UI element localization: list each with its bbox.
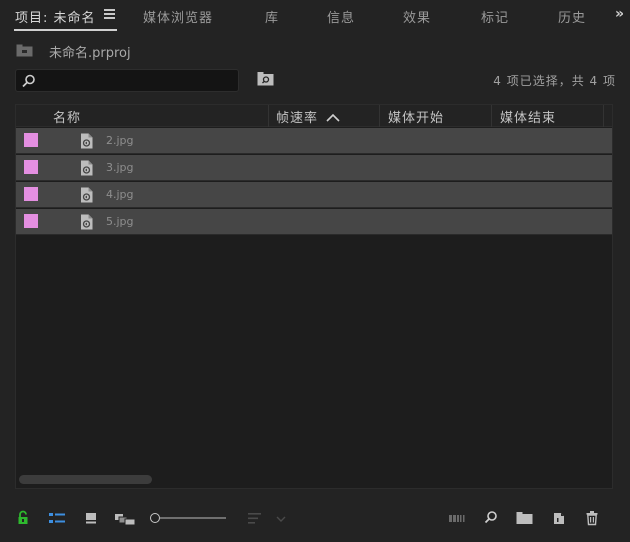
- list-view-icon[interactable]: [48, 510, 66, 526]
- project-file-name: 未命名.prproj: [49, 46, 131, 61]
- new-item-icon[interactable]: [552, 510, 566, 526]
- image-file-icon: [81, 187, 93, 203]
- label-color-swatch[interactable]: [24, 187, 38, 201]
- tab-media-browser[interactable]: 媒体浏览器: [143, 7, 213, 26]
- search-icon: [22, 74, 35, 88]
- list-item[interactable]: 3.jpg: [16, 155, 612, 181]
- column-media-start[interactable]: 媒体开始: [388, 107, 444, 126]
- trash-icon[interactable]: [585, 510, 599, 526]
- tab-history[interactable]: 历史: [558, 7, 586, 26]
- tab-markers[interactable]: 标记: [481, 7, 509, 26]
- icon-view-icon[interactable]: [84, 510, 98, 526]
- column-media-end[interactable]: 媒体结束: [500, 107, 556, 126]
- list-item[interactable]: 5.jpg: [16, 209, 612, 235]
- column-frame-rate[interactable]: 帧速率: [276, 107, 318, 126]
- label-color-swatch[interactable]: [24, 160, 38, 174]
- panel-tab-bar: 项目: 未命名 媒体浏览器 库 信息 效果 标记 历史 »: [0, 0, 630, 32]
- active-tab-indicator: [14, 29, 117, 31]
- tab-effects[interactable]: 效果: [403, 7, 431, 26]
- new-search-bin-icon[interactable]: [257, 72, 274, 86]
- sort-icons-icon[interactable]: [247, 510, 263, 526]
- column-divider[interactable]: [603, 105, 604, 127]
- horizontal-scrollbar[interactable]: [19, 475, 152, 484]
- find-icon[interactable]: [484, 510, 498, 526]
- tab-info[interactable]: 信息: [327, 7, 355, 26]
- search-input[interactable]: [42, 72, 232, 89]
- search-box[interactable]: [15, 69, 239, 92]
- label-color-swatch[interactable]: [24, 214, 38, 228]
- file-name: 3.jpg: [106, 161, 134, 174]
- new-bin-icon[interactable]: [516, 510, 533, 526]
- zoom-slider-knob[interactable]: [150, 513, 160, 523]
- list-item[interactable]: 2.jpg: [16, 128, 612, 154]
- column-header-row: 名称 帧速率 媒体开始 媒体结束: [16, 105, 612, 127]
- project-bin-icon: [16, 44, 33, 57]
- selection-status: 4 项已选择，共 4 项: [493, 74, 616, 88]
- column-divider[interactable]: [379, 105, 380, 127]
- freeform-view-icon[interactable]: [114, 510, 136, 526]
- file-name: 4.jpg: [106, 188, 134, 201]
- project-item-list: 名称 帧速率 媒体开始 媒体结束 2.jpg 3.jpg 4.jpg 5.jpg: [15, 104, 613, 489]
- automate-to-sequence-icon[interactable]: [448, 510, 466, 526]
- sort-ascending-icon[interactable]: [326, 113, 340, 122]
- tabs-overflow-icon[interactable]: »: [615, 6, 624, 22]
- chevron-down-icon[interactable]: [275, 510, 287, 526]
- zoom-slider-track[interactable]: [160, 517, 226, 519]
- list-item[interactable]: 4.jpg: [16, 182, 612, 208]
- tab-project[interactable]: 项目: 未命名: [15, 7, 96, 26]
- lock-icon[interactable]: [17, 510, 29, 526]
- image-file-icon: [81, 133, 93, 149]
- tab-libraries[interactable]: 库: [265, 7, 279, 26]
- image-file-icon: [81, 214, 93, 230]
- image-file-icon: [81, 160, 93, 176]
- column-name[interactable]: 名称: [53, 107, 81, 126]
- file-name: 2.jpg: [106, 134, 134, 147]
- label-color-swatch[interactable]: [24, 133, 38, 147]
- panel-menu-icon[interactable]: [104, 8, 116, 19]
- column-divider[interactable]: [268, 105, 269, 127]
- column-divider[interactable]: [491, 105, 492, 127]
- file-name: 5.jpg: [106, 215, 134, 228]
